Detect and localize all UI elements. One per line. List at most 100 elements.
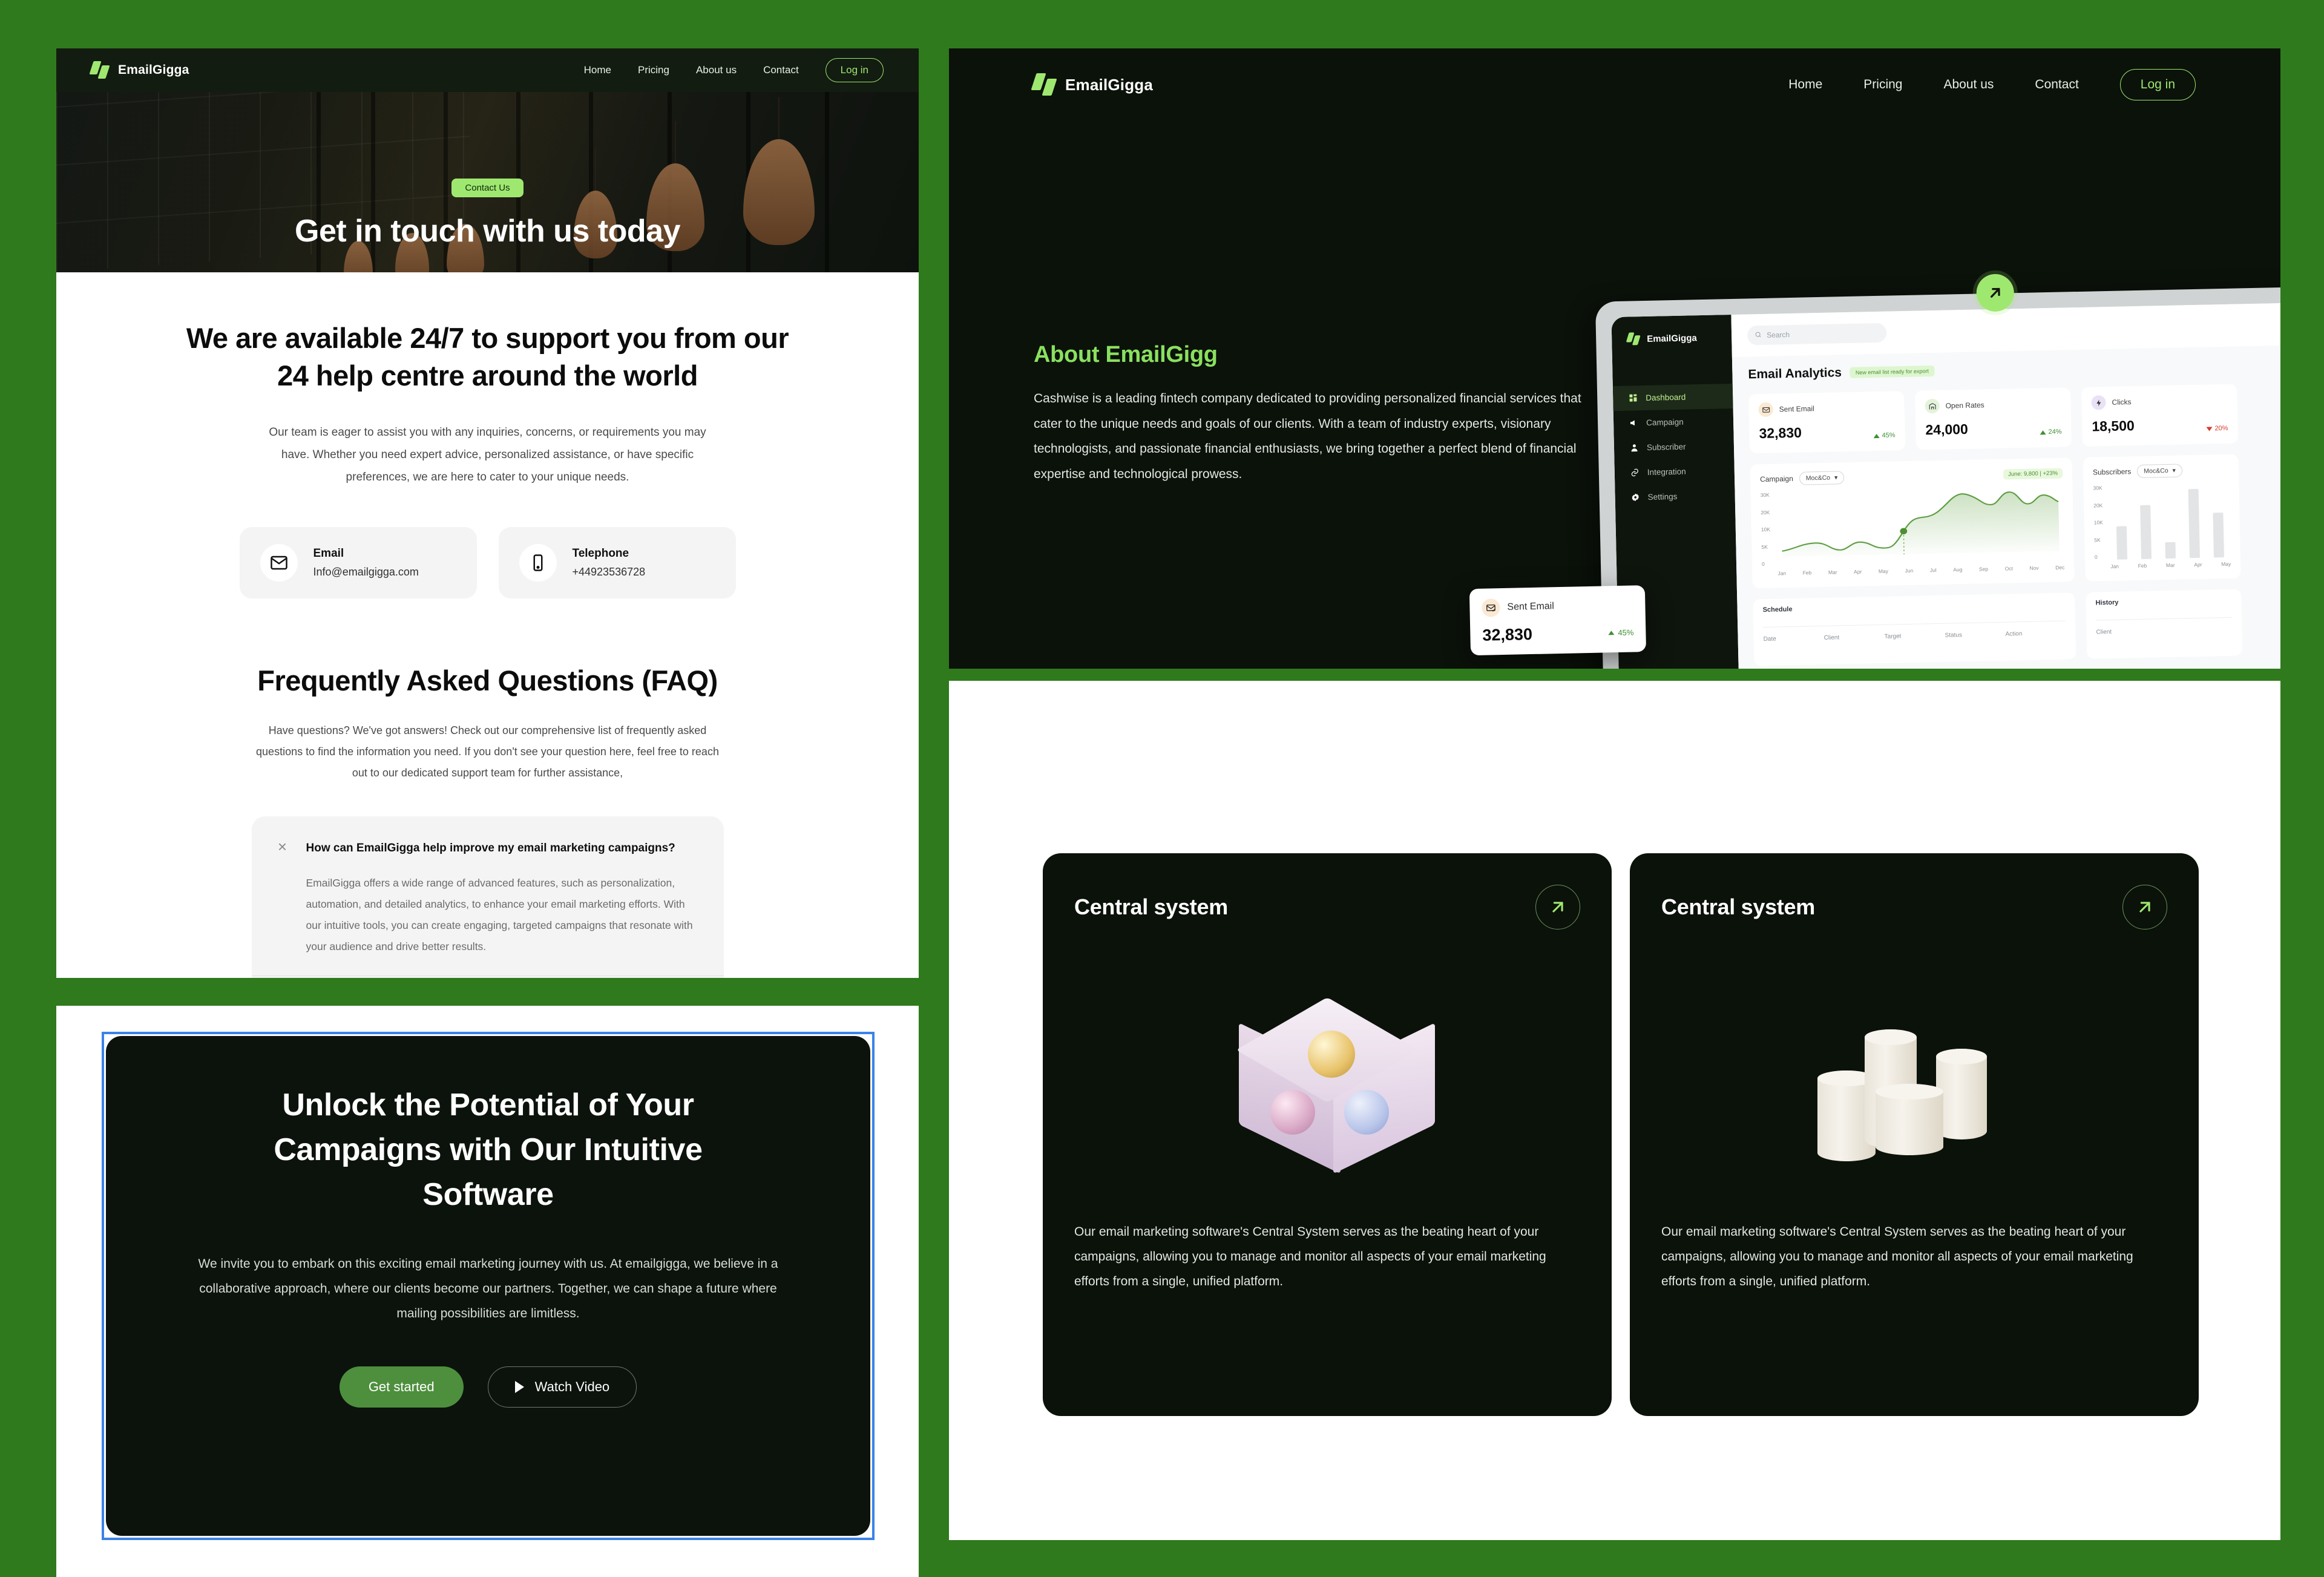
stat-card-sent-email: Sent Email 32,830 45% — [1748, 391, 1906, 454]
chart-selector[interactable]: Moc&Co ▾ — [2137, 464, 2183, 478]
hero-content: Contact Us Get in touch with us today — [56, 179, 919, 249]
charts-row: Campaign Moc&Co ▾ June: 9,800 | +23% 30K… — [1750, 451, 2280, 589]
support-heading: We are available 24/7 to support you fro… — [186, 322, 789, 392]
chevron-down-icon: ▾ — [1834, 474, 1838, 482]
bar — [2116, 526, 2128, 560]
x-tick: Aug — [1953, 566, 1963, 573]
faq-answer: EmailGigga offers a wide range of advanc… — [306, 877, 693, 953]
chart-annotation: June: 9,800 | +23% — [2003, 468, 2063, 480]
faq-accordion: × How can EmailGigga help improve my ema… — [251, 816, 724, 978]
about-heading: About EmailGigg — [1034, 342, 1218, 367]
table-title: Schedule — [1762, 605, 1793, 614]
chart-title: Campaign — [1759, 474, 1793, 484]
analytics-badge: New email list ready for export — [1850, 365, 1935, 378]
mail-check-icon — [1482, 598, 1500, 617]
about-text-block: About EmailGigg Cashwise is a leading fi… — [1034, 342, 1609, 487]
tablet-frame: EmailGigga Dashboard Campaign Subscriber… — [1595, 285, 2280, 669]
bar — [2140, 505, 2152, 559]
triangle-down-icon — [2206, 426, 2213, 431]
sidebar-item-subscriber[interactable]: Subscriber — [1614, 433, 1735, 461]
chart-y-axis: 30K 20K 10K 5K 0 — [2093, 485, 2110, 570]
mail-icon — [260, 544, 298, 582]
stat-delta-value: 24% — [2048, 428, 2062, 436]
table-header-row: Date Client Target Status Action — [1763, 620, 2066, 643]
sidebar-label: Settings — [1647, 491, 1678, 502]
sidebar-label: Subscriber — [1646, 442, 1686, 452]
x-tick: Jun — [1905, 567, 1914, 574]
contact-nav-links: Home Pricing About us Contact Log in — [584, 58, 884, 82]
login-button[interactable]: Log in — [2119, 69, 2196, 100]
sidebar-label: Dashboard — [1646, 392, 1686, 402]
sidebar-item-integration[interactable]: Integration — [1614, 458, 1735, 485]
subscribers-bar-chart: Subscribers Moc&Co ▾ 30K 20K 10K 5K 0 Ja… — [2083, 454, 2241, 582]
stat-value: 18,500 — [2092, 418, 2135, 434]
close-icon[interactable]: × — [276, 839, 289, 854]
chart-x-axis: Jan Feb Mar Apr May — [2110, 561, 2231, 569]
card-paragraph: Our email marketing software's Central S… — [1074, 1225, 1546, 1288]
login-button[interactable]: Log in — [825, 58, 884, 82]
nav-link-contact[interactable]: Contact — [2035, 77, 2078, 92]
search-input[interactable]: Search — [1747, 323, 1887, 346]
brand-logo[interactable]: EmailGigga — [1031, 73, 1153, 96]
cta-paragraph: We invite you to embark on this exciting… — [198, 1257, 778, 1321]
card-title: Central system — [1661, 894, 1815, 919]
dashboard-brand-name: EmailGigga — [1647, 332, 1697, 344]
chart-y-axis: 30K 20K 10K 5K 0 — [1761, 492, 1778, 577]
x-tick: Feb — [2138, 562, 2147, 569]
stat-delta-value: 45% — [1882, 431, 1896, 439]
telephone-contact-card[interactable]: Telephone +44923536728 — [498, 527, 736, 599]
x-tick: May — [2221, 560, 2231, 568]
sidebar-item-dashboard[interactable]: Dashboard — [1612, 383, 1733, 411]
nav-link-contact[interactable]: Contact — [763, 64, 799, 76]
chart-selector-value: Moc&Co — [1805, 474, 1831, 482]
triangle-up-icon — [2040, 430, 2046, 434]
chart-selector-value: Moc&Co — [2144, 467, 2168, 475]
brand-logo[interactable]: EmailGigga — [89, 61, 189, 79]
x-tick: Nov — [2029, 565, 2039, 571]
stat-delta: 24% — [2040, 428, 2062, 436]
dashboard-nav: Dashboard Campaign Subscriber Integratio… — [1612, 383, 1735, 510]
faq-item[interactable]: + Is EmailGigga suitable for businesses … — [252, 976, 724, 978]
central-system-card-1[interactable]: Central system Our email marketing softw… — [1043, 853, 1612, 1416]
faq-item[interactable]: × How can EmailGigga help improve my ema… — [251, 822, 724, 977]
arrow-up-right-icon[interactable] — [1535, 885, 1580, 929]
stat-label: Clicks — [2112, 398, 2132, 407]
nav-link-about-us[interactable]: About us — [696, 64, 737, 76]
cube-3d-illustration — [1074, 936, 1580, 1220]
cylinders-3d-illustration — [1661, 936, 2167, 1220]
nav-link-home[interactable]: Home — [584, 64, 611, 76]
emailgigga-logo-icon — [1031, 73, 1057, 96]
dashboard-mockup: Sent Email 32,830 45% EmailGigga Dashboa… — [1469, 274, 2280, 669]
nav-link-pricing[interactable]: Pricing — [638, 64, 669, 76]
email-contact-card[interactable]: Email Info@emailgigga.com — [239, 527, 477, 599]
watch-video-label: Watch Video — [534, 1379, 610, 1395]
sidebar-item-settings[interactable]: Settings — [1615, 483, 1735, 510]
central-system-card-2[interactable]: Central system Our email marketing softw… — [1630, 853, 2199, 1416]
x-tick: Mar — [2165, 562, 2175, 569]
about-paragraph: Cashwise is a leading fintech company de… — [1034, 392, 1581, 481]
card-paragraph: Our email marketing software's Central S… — [1661, 1225, 2133, 1288]
chart-selector[interactable]: Moc&Co ▾ — [1799, 471, 1845, 485]
grid-icon — [1629, 393, 1638, 402]
stat-cards: Sent Email 32,830 45% Open Rates 24,000 … — [1748, 381, 2280, 454]
sidebar-item-campaign[interactable]: Campaign — [1613, 408, 1734, 436]
y-tick: 5K — [1761, 543, 1768, 550]
table-title: History — [2095, 598, 2119, 607]
stat-delta: 45% — [1873, 431, 1896, 439]
get-started-button[interactable]: Get started — [339, 1366, 464, 1408]
contact-body: We are available 24/7 to support you fro… — [56, 272, 919, 978]
sidebar-label: Campaign — [1646, 417, 1684, 427]
nav-link-home[interactable]: Home — [1788, 77, 1822, 92]
arrow-up-right-icon[interactable] — [2122, 885, 2167, 929]
phone-icon — [519, 544, 557, 582]
stat-delta: 20% — [2206, 425, 2228, 433]
nav-link-pricing[interactable]: Pricing — [1863, 77, 1902, 92]
table-column-header: Status — [1945, 632, 1963, 639]
y-tick: 10K — [2093, 519, 2103, 526]
email-card-value: Info@emailgigga.com — [313, 566, 419, 579]
x-tick: Feb — [1802, 569, 1812, 576]
watch-video-button[interactable]: Watch Video — [487, 1366, 637, 1408]
x-tick: Dec — [2055, 564, 2065, 571]
nav-link-about-us[interactable]: About us — [1944, 77, 1994, 92]
chevron-down-icon: ▾ — [2172, 467, 2176, 474]
